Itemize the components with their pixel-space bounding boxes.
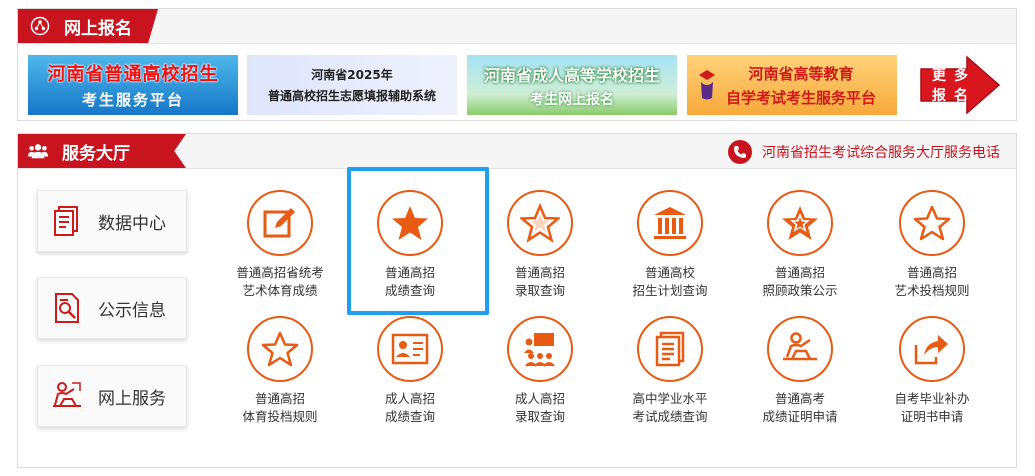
- service-line1: 普通高招: [514, 265, 565, 280]
- document-stack-icon: [50, 204, 84, 238]
- service-adult-admission-query[interactable]: 成人高招 录取查询: [475, 312, 605, 432]
- document-search-icon: [50, 291, 84, 325]
- service-line1: 成人高招: [384, 391, 435, 406]
- online-registration-title: 网上报名: [64, 18, 132, 39]
- service-line1: 自考毕业补办: [894, 391, 970, 406]
- banner-line1: 河南省高等教育: [748, 64, 854, 83]
- service-art-sports-scores[interactable]: 普通高招省统考 艺术体育成绩: [215, 186, 345, 306]
- banner-line2: 考生网上报名: [530, 91, 614, 108]
- service-line1: 普通高招: [774, 265, 825, 280]
- presenter-icon: [50, 379, 84, 413]
- service-care-policy[interactable]: 普通高招照顾政策公示: [735, 186, 865, 306]
- more-char: 名: [954, 88, 968, 104]
- service-adult-score-query[interactable]: 成人高招 成绩查询: [345, 312, 475, 432]
- hotline-text: 河南省招生考试综合服务大厅服务电话: [762, 145, 1000, 161]
- online-service-label: 网上服务: [98, 388, 166, 409]
- online-registration-tab: 网上报名: [18, 9, 158, 43]
- banner-line2: 自学考试考生服务平台: [725, 88, 876, 107]
- export-arrow-icon: [899, 316, 965, 382]
- service-line1: 普通高招: [254, 391, 305, 406]
- public-info-label: 公示信息: [98, 300, 166, 321]
- service-hall-title: 服务大厅: [62, 143, 130, 164]
- banner-line2: 普通高校招生志愿填报辅助系统: [267, 89, 436, 103]
- service-line2: 成绩证明申请: [762, 409, 838, 424]
- service-line1: 成人高招: [514, 391, 565, 406]
- building-icon: [637, 190, 703, 256]
- edit-icon: [247, 190, 313, 256]
- service-graduation-certificate[interactable]: 自考毕业补办 证明书申请: [867, 312, 997, 432]
- banner-exam-service-platform[interactable]: 河南省普通高校招生 考生服务平台: [28, 55, 238, 115]
- service-line1: 高中学业水平: [632, 391, 708, 406]
- service-line1: 普通高考: [774, 391, 825, 406]
- service-line2: 考试成绩查询: [632, 409, 708, 424]
- banner-self-study-platform[interactable]: 河南省高等教育 自学考试考生服务平台: [687, 55, 897, 115]
- service-line1: 普通高招省统考: [236, 265, 324, 280]
- service-score-query[interactable]: 普通高招 成绩查询: [345, 186, 475, 306]
- service-line1: 普通高校: [644, 265, 695, 280]
- more-char: 更: [932, 68, 946, 84]
- service-hall-header: 服务大厅 河南省招生考试综合服务大厅服务电话: [18, 134, 1016, 169]
- public-info-button[interactable]: 公示信息: [37, 277, 187, 339]
- online-registration-panel: 网上报名 河南省普通高校招生 考生服务平台 河南省2025年 普通高校招生志愿填…: [17, 8, 1017, 121]
- star-solid-icon: [377, 190, 443, 256]
- data-center-label: 数据中心: [98, 213, 166, 234]
- group-presentation-icon: [507, 316, 573, 382]
- star-outline-icon: [899, 190, 965, 256]
- service-line2: 成绩查询: [384, 409, 435, 424]
- star-badge-icon: [507, 190, 573, 256]
- banner-line2: 考生服务平台: [81, 91, 184, 109]
- service-hall-panel: 服务大厅 河南省招生考试综合服务大厅服务电话 数据中心 公示信息 网上服务 普通…: [17, 133, 1017, 468]
- service-hall-tab: 服务大厅: [18, 134, 186, 168]
- service-academic-level-scores[interactable]: 高中学业水平 考试成绩查询: [605, 312, 735, 432]
- banner-line1: 河南省成人高等学校招生: [483, 65, 660, 85]
- person-desk-icon: [767, 316, 833, 382]
- service-score-certificate[interactable]: 普通高考成绩证明申请: [735, 312, 865, 432]
- service-line2: 艺术体育成绩: [242, 283, 318, 298]
- service-line2: 成绩查询: [384, 283, 435, 298]
- service-line2: 照顾政策公示: [762, 283, 838, 298]
- online-service-button[interactable]: 网上服务: [37, 365, 187, 427]
- registration-banners: 河南省普通高校招生 考生服务平台 河南省2025年 普通高校招生志愿填报辅助系统…: [18, 55, 1018, 115]
- service-line1: 普通高招: [384, 265, 435, 280]
- star-outline-icon: [247, 316, 313, 382]
- service-line2: 艺术投档规则: [894, 283, 970, 298]
- phone-icon: [728, 140, 752, 164]
- service-line2: 录取查询: [514, 409, 565, 424]
- service-line1: 普通高招: [906, 265, 957, 280]
- document-list-icon: [637, 316, 703, 382]
- service-line2: 证明书申请: [900, 409, 964, 424]
- more-char: 多: [954, 68, 968, 84]
- service-admission-query[interactable]: 普通高招 录取查询: [475, 186, 605, 306]
- more-char: 报: [932, 88, 946, 104]
- service-line2: 体育投档规则: [242, 409, 318, 424]
- banner-volunteer-system[interactable]: 河南省2025年 普通高校招生志愿填报辅助系统: [247, 55, 457, 115]
- users-icon: [28, 141, 48, 161]
- service-line2: 录取查询: [514, 283, 565, 298]
- banner-line1: 河南省2025年: [311, 68, 393, 82]
- service-sports-filing-rules[interactable]: 普通高招体育投档规则: [215, 312, 345, 432]
- star-ribbon-icon: [767, 190, 833, 256]
- service-art-filing-rules[interactable]: 普通高招艺术投档规则: [867, 186, 997, 306]
- id-card-icon: [377, 316, 443, 382]
- self-study-logo-icon: [697, 68, 717, 106]
- share-icon: [30, 16, 50, 36]
- service-hotline[interactable]: 河南省招生考试综合服务大厅服务电话: [728, 140, 1000, 164]
- service-enrollment-plan[interactable]: 普通高校招生计划查询: [605, 186, 735, 306]
- more-registration-button[interactable]: 更 多 报 名: [919, 55, 1001, 115]
- banner-adult-registration[interactable]: 河南省成人高等学校招生 考生网上报名: [467, 55, 677, 115]
- banner-line1: 河南省普通高校招生: [47, 64, 219, 85]
- service-line2: 招生计划查询: [632, 283, 708, 298]
- online-registration-header: 网上报名: [18, 9, 1016, 44]
- data-center-button[interactable]: 数据中心: [37, 190, 187, 252]
